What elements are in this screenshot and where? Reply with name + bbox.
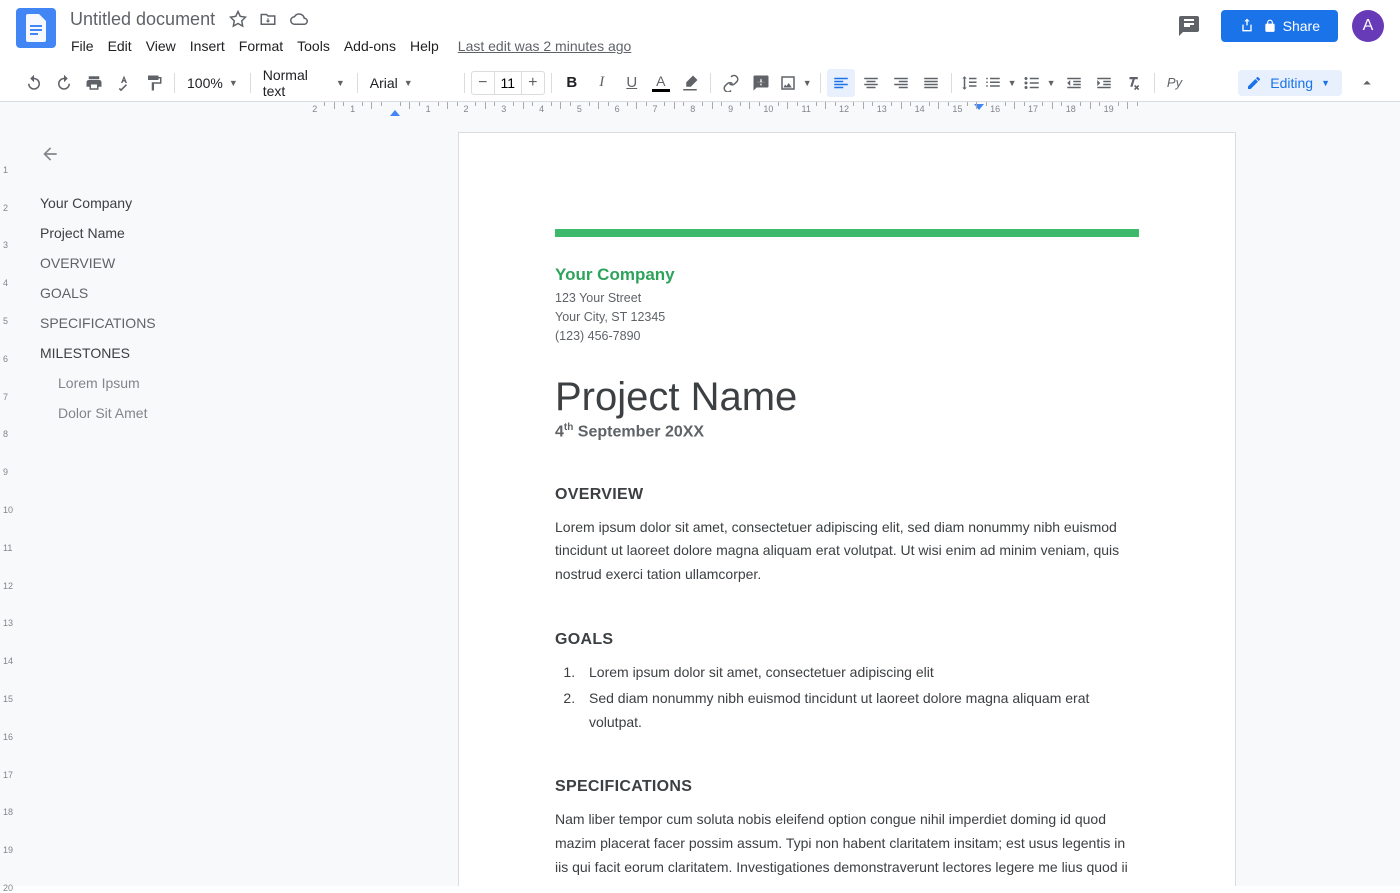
company-name: Your Company	[555, 265, 1139, 285]
redo-icon[interactable]	[50, 69, 78, 97]
font-dropdown[interactable]: Arial▼	[364, 69, 458, 97]
bulleted-list-dropdown[interactable]: ▼	[1021, 69, 1058, 97]
outline-subitem[interactable]: Dolor Sit Amet	[40, 398, 276, 428]
menu-edit[interactable]: Edit	[101, 34, 139, 58]
separator	[551, 73, 552, 93]
list-item: Lorem ipsum dolor sit amet, consectetuer…	[579, 661, 1139, 685]
font-size-input[interactable]	[494, 72, 522, 94]
outline-item[interactable]: SPECIFICATIONS	[40, 308, 276, 338]
outline-item[interactable]: Project Name	[40, 218, 276, 248]
project-title: Project Name	[555, 375, 1139, 420]
spellcheck-icon[interactable]	[110, 69, 138, 97]
highlight-icon[interactable]	[676, 69, 704, 97]
menu-help[interactable]: Help	[403, 34, 446, 58]
share-button[interactable]: Share	[1221, 10, 1338, 42]
collapse-toolbar-icon[interactable]	[1354, 70, 1380, 96]
last-edit-link[interactable]: Last edit was 2 minutes ago	[458, 38, 632, 54]
align-right-icon[interactable]	[887, 69, 915, 97]
outline-item[interactable]: MILESTONES	[40, 338, 276, 368]
project-date: 4th September 20XX	[555, 422, 1139, 441]
menu-file[interactable]: File	[64, 34, 101, 58]
align-center-icon[interactable]	[857, 69, 885, 97]
outline-item[interactable]: GOALS	[40, 278, 276, 308]
separator	[357, 73, 358, 93]
line-spacing-dropdown[interactable]	[958, 69, 980, 97]
body-text: Lorem ipsum dolor sit amet, consectetuer…	[555, 516, 1139, 587]
body-text: Nam liber tempor cum soluta nobis eleife…	[555, 808, 1139, 886]
section-heading-overview: OVERVIEW	[555, 486, 1139, 504]
phone: (123) 456-7890	[555, 327, 1139, 346]
separator	[250, 73, 251, 93]
font-size-increase[interactable]: +	[522, 72, 544, 94]
style-value: Normal text	[263, 67, 330, 99]
input-tools-icon[interactable]: Рy	[1161, 69, 1189, 97]
horizontal-ruler[interactable]: 2112345678910111213141516171819	[0, 102, 1400, 118]
editing-label: Editing	[1270, 75, 1313, 91]
align-justify-icon[interactable]	[917, 69, 945, 97]
comments-icon[interactable]	[1171, 8, 1207, 44]
document-title[interactable]: Untitled document	[64, 7, 221, 32]
separator	[951, 73, 952, 93]
separator	[174, 73, 175, 93]
outline-item[interactable]: OVERVIEW	[40, 248, 276, 278]
vertical-ruler[interactable]: 1234567891011121314151617181920	[0, 118, 16, 886]
text-color-icon[interactable]: A	[648, 73, 674, 92]
zoom-dropdown[interactable]: 100%▼	[181, 69, 244, 97]
align-left-icon[interactable]	[827, 69, 855, 97]
document-page[interactable]: Your Company 123 Your Street Your City, …	[458, 132, 1236, 886]
address-line: Your City, ST 12345	[555, 308, 1139, 327]
italic-icon[interactable]: I	[588, 69, 616, 97]
increase-indent-icon[interactable]	[1090, 69, 1118, 97]
clear-format-icon[interactable]	[1120, 69, 1148, 97]
outline-back-icon[interactable]	[40, 144, 276, 164]
left-indent-marker[interactable]	[390, 110, 400, 116]
bold-icon[interactable]: B	[558, 69, 586, 97]
header-accent-bar	[555, 229, 1139, 237]
style-dropdown[interactable]: Normal text▼	[257, 69, 351, 97]
menu-addons[interactable]: Add-ons	[337, 34, 403, 58]
goals-list: Lorem ipsum dolor sit amet, consectetuer…	[555, 661, 1139, 734]
address-line: 123 Your Street	[555, 289, 1139, 308]
list-item: Sed diam nonummy nibh euismod tincidunt …	[579, 687, 1139, 735]
menu-view[interactable]: View	[139, 34, 183, 58]
separator	[710, 73, 711, 93]
font-size-decrease[interactable]: −	[472, 72, 494, 94]
section-heading-specifications: SPECIFICATIONS	[555, 778, 1139, 796]
outline-subitem[interactable]: Lorem Ipsum	[40, 368, 276, 398]
separator	[820, 73, 821, 93]
zoom-value: 100%	[187, 75, 223, 91]
menu-tools[interactable]: Tools	[290, 34, 337, 58]
decrease-indent-icon[interactable]	[1060, 69, 1088, 97]
print-icon[interactable]	[80, 69, 108, 97]
menu-insert[interactable]: Insert	[183, 34, 232, 58]
section-heading-goals: GOALS	[555, 631, 1139, 649]
insert-comment-icon[interactable]	[747, 69, 775, 97]
separator	[464, 73, 465, 93]
menu-format[interactable]: Format	[232, 34, 290, 58]
move-icon[interactable]	[259, 10, 277, 28]
outline-item[interactable]: Your Company	[40, 188, 276, 218]
paint-format-icon[interactable]	[140, 69, 168, 97]
account-avatar[interactable]: A	[1352, 10, 1384, 42]
docs-logo-icon[interactable]	[16, 8, 56, 48]
font-size-control: − +	[471, 71, 545, 95]
cloud-saved-icon[interactable]	[289, 10, 309, 28]
underline-icon[interactable]: U	[618, 69, 646, 97]
insert-image-dropdown[interactable]: ▼	[777, 69, 814, 97]
editing-mode-button[interactable]: Editing ▼	[1238, 70, 1342, 96]
share-label: Share	[1283, 18, 1320, 34]
font-value: Arial	[370, 75, 398, 91]
document-outline: Your Company Project Name OVERVIEW GOALS…	[16, 118, 294, 886]
insert-link-icon[interactable]	[717, 69, 745, 97]
separator	[1154, 73, 1155, 93]
undo-icon[interactable]	[20, 69, 48, 97]
star-icon[interactable]	[229, 10, 247, 28]
numbered-list-dropdown[interactable]: ▼	[982, 69, 1019, 97]
